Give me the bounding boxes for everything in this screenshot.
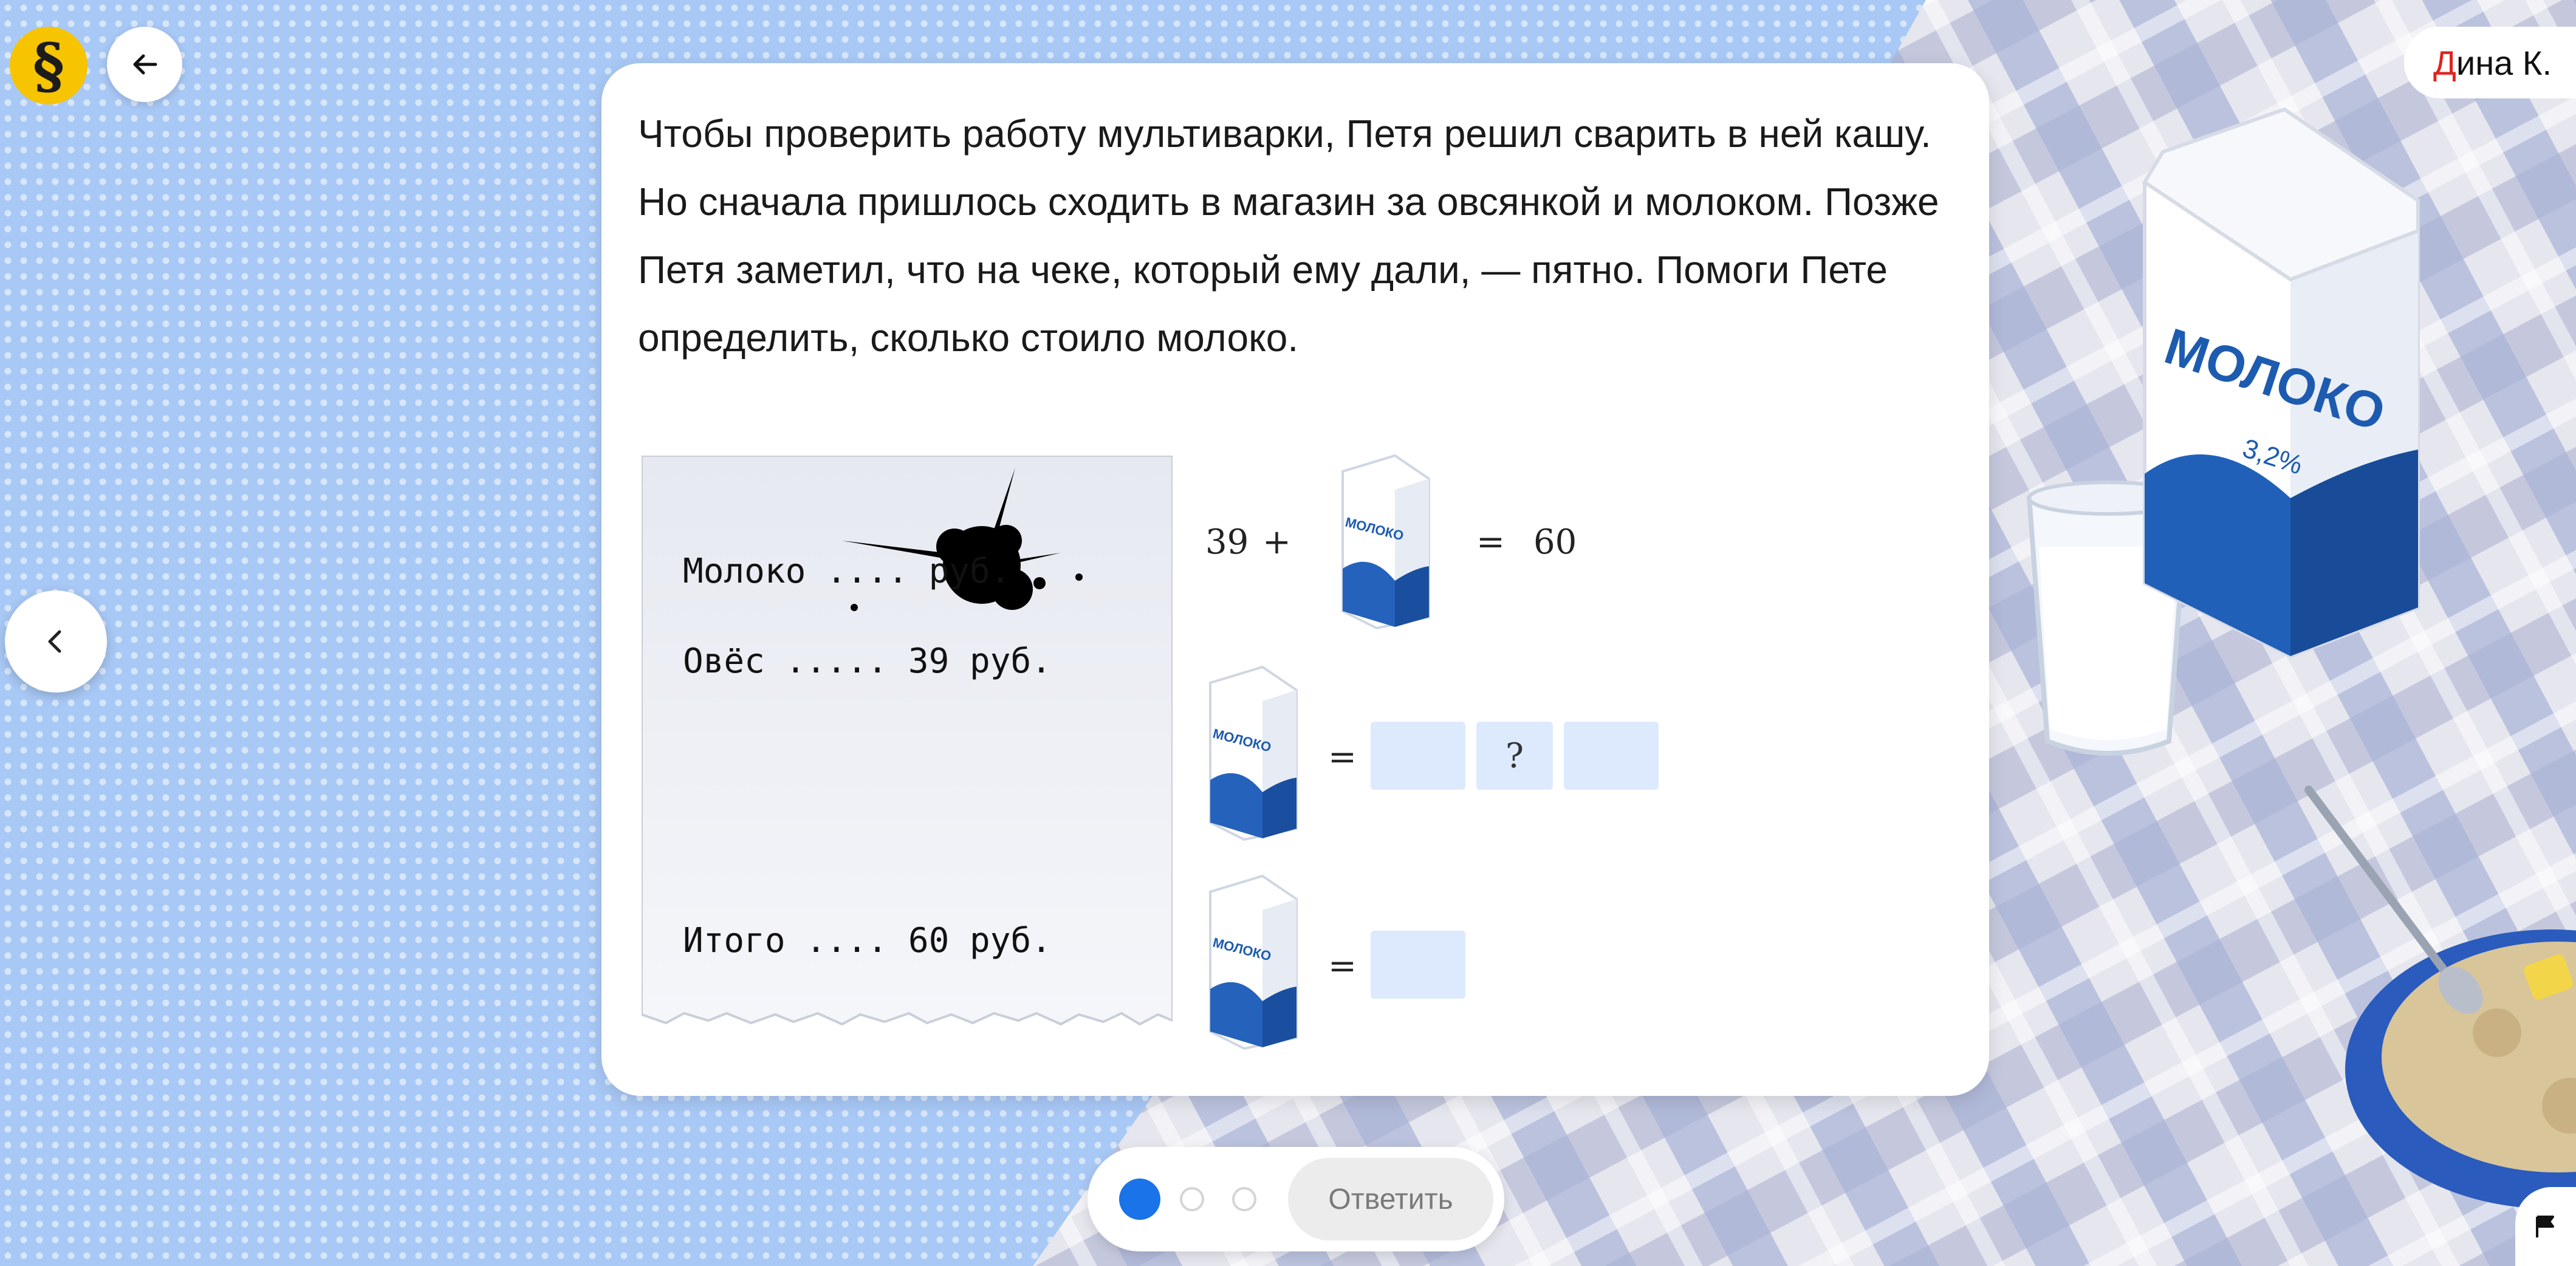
eq2-equals: = <box>1328 737 1357 777</box>
logo-button[interactable]: § <box>10 27 87 104</box>
user-menu[interactable]: Дина К. <box>2403 27 2576 98</box>
milk-glass <box>2026 481 2190 756</box>
big-milk-carton: МОЛОКО 3,2% <box>2142 107 2420 659</box>
receipt-line-total: Итого .... 60 руб. <box>683 921 1052 960</box>
task-card: Чтобы проверить работу мультиварки, Петя… <box>601 63 1989 1096</box>
receipt-line-milk: Молоко .... руб. <box>683 552 1011 591</box>
answer-milk-price[interactable] <box>1371 931 1465 999</box>
step-dot-1[interactable] <box>1119 1179 1160 1220</box>
step-dot-3[interactable] <box>1232 1187 1256 1211</box>
flag-icon <box>2536 1216 2554 1237</box>
back-button[interactable] <box>107 27 182 102</box>
receipt: Молоко .... руб. Овёс ..... 39 руб. Итог… <box>640 454 1174 1035</box>
user-name: ина К. <box>2456 43 2552 82</box>
answer-digit-1[interactable] <box>1371 722 1465 790</box>
arrow-left-icon <box>133 54 157 75</box>
paragraph-icon: § <box>32 30 65 101</box>
svg-text:3,2%: 3,2% <box>2239 433 2306 481</box>
eq3-equals: = <box>1328 946 1357 986</box>
eq1-plus: + <box>1262 522 1291 562</box>
answer-operator-slot[interactable]: ? <box>1476 722 1553 790</box>
chevron-left-icon <box>48 630 61 653</box>
task-text: Чтобы проверить работу мультиварки, Петя… <box>638 112 1939 360</box>
user-initial: Д <box>2433 43 2456 82</box>
answer-bar: Ответить <box>1088 1147 1504 1251</box>
svg-text:МОЛОКО: МОЛОКО <box>2158 317 2392 442</box>
step-dot-2[interactable] <box>1180 1187 1204 1211</box>
submit-button[interactable]: Ответить <box>1288 1158 1493 1240</box>
receipt-line-oats: Овёс ..... 39 руб. <box>683 642 1052 681</box>
milk-carton-icon: МОЛОКО <box>1208 665 1299 844</box>
prev-task-button[interactable] <box>5 590 107 693</box>
answer-digit-2[interactable] <box>1564 722 1659 790</box>
eq1-right: 60 <box>1533 522 1577 562</box>
report-button[interactable] <box>2515 1187 2576 1266</box>
milk-carton-icon: МОЛОКО <box>1208 874 1299 1053</box>
porridge-bowl <box>2304 785 2576 1209</box>
eq1-equals: = <box>1476 522 1505 562</box>
eq1-left: 39 <box>1205 522 1249 562</box>
milk-carton-icon: МОЛОКО <box>1340 453 1431 632</box>
